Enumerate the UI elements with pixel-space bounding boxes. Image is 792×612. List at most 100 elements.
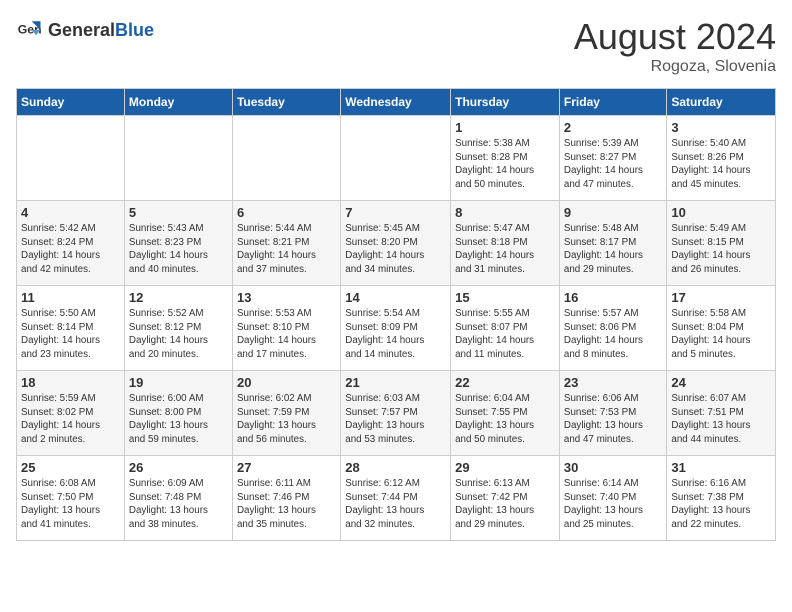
- day-info: Sunrise: 5:48 AM Sunset: 8:17 PM Dayligh…: [564, 222, 662, 277]
- day-number: 17: [671, 290, 771, 305]
- calendar-cell: 4Sunrise: 5:42 AM Sunset: 8:24 PM Daylig…: [17, 201, 125, 286]
- day-info: Sunrise: 5:59 AM Sunset: 8:02 PM Dayligh…: [21, 392, 120, 447]
- day-info: Sunrise: 5:52 AM Sunset: 8:12 PM Dayligh…: [129, 307, 228, 362]
- day-number: 21: [345, 375, 446, 390]
- logo-general: General: [48, 20, 115, 40]
- day-number: 18: [21, 375, 120, 390]
- day-number: 5: [129, 205, 228, 220]
- weekday-header-saturday: Saturday: [667, 89, 776, 116]
- day-number: 30: [564, 460, 662, 475]
- calendar-cell: 1Sunrise: 5:38 AM Sunset: 8:28 PM Daylig…: [451, 116, 560, 201]
- day-number: 23: [564, 375, 662, 390]
- weekday-header-wednesday: Wednesday: [341, 89, 451, 116]
- weekday-header-monday: Monday: [124, 89, 232, 116]
- day-info: Sunrise: 5:39 AM Sunset: 8:27 PM Dayligh…: [564, 137, 662, 192]
- day-info: Sunrise: 6:16 AM Sunset: 7:38 PM Dayligh…: [671, 477, 771, 532]
- day-info: Sunrise: 6:13 AM Sunset: 7:42 PM Dayligh…: [455, 477, 555, 532]
- day-info: Sunrise: 6:06 AM Sunset: 7:53 PM Dayligh…: [564, 392, 662, 447]
- calendar-cell: 22 Sunrise: 6:04 AM Sunset: 7:55 PM Dayli…: [451, 371, 560, 456]
- day-number: 19: [129, 375, 228, 390]
- calendar-week-3: 11 Sunrise: 5:50 AM Sunset: 8:14 PM Dayli…: [17, 286, 776, 371]
- day-number: 22: [455, 375, 555, 390]
- calendar-cell: 29 Sunrise: 6:13 AM Sunset: 7:42 PM Dayli…: [451, 456, 560, 541]
- calendar-header: SundayMondayTuesdayWednesdayThursdayFrid…: [17, 89, 776, 116]
- calendar-cell: [341, 116, 451, 201]
- calendar-cell: 8 Sunrise: 5:47 AM Sunset: 8:18 PM Daylig…: [451, 201, 560, 286]
- day-number: 8: [455, 205, 555, 220]
- calendar-cell: 12 Sunrise: 5:52 AM Sunset: 8:12 PM Dayli…: [124, 286, 232, 371]
- day-number: 13: [237, 290, 336, 305]
- calendar-cell: 31 Sunrise: 6:16 AM Sunset: 7:38 PM Dayli…: [667, 456, 776, 541]
- day-number: 26: [129, 460, 228, 475]
- day-info: Sunrise: 5:47 AM Sunset: 8:18 PM Dayligh…: [455, 222, 555, 277]
- day-info: Sunrise: 5:49 AM Sunset: 8:15 PM Dayligh…: [671, 222, 771, 277]
- calendar-cell: 18 Sunrise: 5:59 AM Sunset: 8:02 PM Dayli…: [17, 371, 125, 456]
- day-number: 1: [455, 120, 555, 135]
- title-block: August 2024 Rogoza, Slovenia: [574, 16, 776, 76]
- calendar-cell: [124, 116, 232, 201]
- month-year: August 2024: [574, 16, 776, 58]
- day-info: Sunrise: 5:50 AM Sunset: 8:14 PM Dayligh…: [21, 307, 120, 362]
- day-number: 12: [129, 290, 228, 305]
- calendar-cell: 16Sunrise: 5:57 AM Sunset: 8:06 PM Dayli…: [559, 286, 666, 371]
- day-number: 3: [671, 120, 771, 135]
- calendar-cell: 2 Sunrise: 5:39 AM Sunset: 8:27 PM Daylig…: [559, 116, 666, 201]
- day-number: 25: [21, 460, 120, 475]
- day-info: Sunrise: 6:14 AM Sunset: 7:40 PM Dayligh…: [564, 477, 662, 532]
- calendar-cell: 23 Sunrise: 6:06 AM Sunset: 7:53 PM Dayli…: [559, 371, 666, 456]
- calendar-cell: 6Sunrise: 5:44 AM Sunset: 8:21 PM Daylig…: [232, 201, 340, 286]
- calendar-cell: 20Sunrise: 6:02 AM Sunset: 7:59 PM Dayli…: [232, 371, 340, 456]
- day-number: 14: [345, 290, 446, 305]
- day-number: 15: [455, 290, 555, 305]
- calendar-cell: 25 Sunrise: 6:08 AM Sunset: 7:50 PM Dayli…: [17, 456, 125, 541]
- day-number: 11: [21, 290, 120, 305]
- day-info: Sunrise: 6:07 AM Sunset: 7:51 PM Dayligh…: [671, 392, 771, 447]
- calendar-cell: 3 Sunrise: 5:40 AM Sunset: 8:26 PM Daylig…: [667, 116, 776, 201]
- day-number: 2: [564, 120, 662, 135]
- logo-blue: Blue: [115, 20, 154, 40]
- calendar-cell: 15 Sunrise: 5:55 AM Sunset: 8:07 PM Dayli…: [451, 286, 560, 371]
- page-header: Gen GeneralBlue August 2024 Rogoza, Slov…: [16, 16, 776, 76]
- day-number: 9: [564, 205, 662, 220]
- day-info: Sunrise: 6:12 AM Sunset: 7:44 PM Dayligh…: [345, 477, 446, 532]
- day-number: 10: [671, 205, 771, 220]
- day-info: Sunrise: 5:55 AM Sunset: 8:07 PM Dayligh…: [455, 307, 555, 362]
- day-info: Sunrise: 5:57 AM Sunset: 8:06 PM Dayligh…: [564, 307, 662, 362]
- day-number: 31: [671, 460, 771, 475]
- day-info: Sunrise: 6:03 AM Sunset: 7:57 PM Dayligh…: [345, 392, 446, 447]
- calendar-cell: 9 Sunrise: 5:48 AM Sunset: 8:17 PM Daylig…: [559, 201, 666, 286]
- calendar-cell: 30 Sunrise: 6:14 AM Sunset: 7:40 PM Dayli…: [559, 456, 666, 541]
- weekday-header-thursday: Thursday: [451, 89, 560, 116]
- calendar-body: 1Sunrise: 5:38 AM Sunset: 8:28 PM Daylig…: [17, 116, 776, 541]
- day-info: Sunrise: 6:00 AM Sunset: 8:00 PM Dayligh…: [129, 392, 228, 447]
- day-number: 29: [455, 460, 555, 475]
- day-info: Sunrise: 5:58 AM Sunset: 8:04 PM Dayligh…: [671, 307, 771, 362]
- day-number: 28: [345, 460, 446, 475]
- day-info: Sunrise: 6:11 AM Sunset: 7:46 PM Dayligh…: [237, 477, 336, 532]
- calendar-table: SundayMondayTuesdayWednesdayThursdayFrid…: [16, 88, 776, 541]
- calendar-cell: 21 Sunrise: 6:03 AM Sunset: 7:57 PM Dayli…: [341, 371, 451, 456]
- weekday-header-sunday: Sunday: [17, 89, 125, 116]
- calendar-cell: 5Sunrise: 5:43 AM Sunset: 8:23 PM Daylig…: [124, 201, 232, 286]
- calendar-cell: 10 Sunrise: 5:49 AM Sunset: 8:15 PM Dayli…: [667, 201, 776, 286]
- day-number: 27: [237, 460, 336, 475]
- weekday-header-row: SundayMondayTuesdayWednesdayThursdayFrid…: [17, 89, 776, 116]
- day-info: Sunrise: 5:42 AM Sunset: 8:24 PM Dayligh…: [21, 222, 120, 277]
- day-info: Sunrise: 6:04 AM Sunset: 7:55 PM Dayligh…: [455, 392, 555, 447]
- location: Rogoza, Slovenia: [574, 58, 776, 76]
- calendar-cell: 14 Sunrise: 5:54 AM Sunset: 8:09 PM Dayli…: [341, 286, 451, 371]
- day-info: Sunrise: 5:40 AM Sunset: 8:26 PM Dayligh…: [671, 137, 771, 192]
- day-number: 24: [671, 375, 771, 390]
- logo-icon: Gen: [16, 16, 44, 44]
- calendar-cell: 27 Sunrise: 6:11 AM Sunset: 7:46 PM Dayli…: [232, 456, 340, 541]
- day-info: Sunrise: 5:44 AM Sunset: 8:21 PM Dayligh…: [237, 222, 336, 277]
- day-info: Sunrise: 5:45 AM Sunset: 8:20 PM Dayligh…: [345, 222, 446, 277]
- day-info: Sunrise: 6:08 AM Sunset: 7:50 PM Dayligh…: [21, 477, 120, 532]
- day-info: Sunrise: 6:02 AM Sunset: 7:59 PM Dayligh…: [237, 392, 336, 447]
- calendar-cell: 11 Sunrise: 5:50 AM Sunset: 8:14 PM Dayli…: [17, 286, 125, 371]
- calendar-cell: 7Sunrise: 5:45 AM Sunset: 8:20 PM Daylig…: [341, 201, 451, 286]
- day-info: Sunrise: 6:09 AM Sunset: 7:48 PM Dayligh…: [129, 477, 228, 532]
- calendar-cell: 28 Sunrise: 6:12 AM Sunset: 7:44 PM Dayli…: [341, 456, 451, 541]
- day-info: Sunrise: 5:54 AM Sunset: 8:09 PM Dayligh…: [345, 307, 446, 362]
- day-info: Sunrise: 5:53 AM Sunset: 8:10 PM Dayligh…: [237, 307, 336, 362]
